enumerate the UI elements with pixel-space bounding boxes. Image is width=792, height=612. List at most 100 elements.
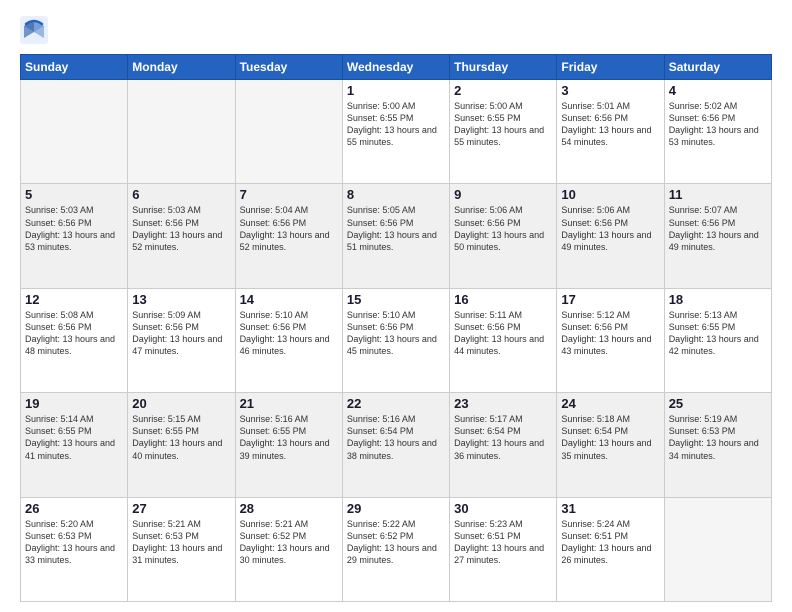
calendar-week-2: 5 Sunrise: 5:03 AM Sunset: 6:56 PM Daylig… <box>21 184 772 288</box>
calendar-cell: 24Sunrise: 5:18 AM Sunset: 6:54 PM Dayli… <box>557 393 664 497</box>
logo-icon <box>20 16 48 44</box>
day-number: 28 <box>240 501 338 516</box>
day-info: Sunrise: 5:16 AM Sunset: 6:55 PM Dayligh… <box>240 413 338 462</box>
day-number: 9 <box>454 187 552 202</box>
weekday-header-tuesday: Tuesday <box>235 55 342 80</box>
day-number: 30 <box>454 501 552 516</box>
day-info: Sunrise: 5:03 AM Sunset: 6:56 PM Dayligh… <box>25 204 123 253</box>
day-number: 17 <box>561 292 659 307</box>
calendar-cell: 1 Sunrise: 5:00 AM Sunset: 6:55 PM Daylig… <box>342 80 449 184</box>
calendar-cell: 21 Sunrise: 5:16 AM Sunset: 6:55 PM Dayli… <box>235 393 342 497</box>
calendar-cell: 20Sunrise: 5:15 AM Sunset: 6:55 PM Dayli… <box>128 393 235 497</box>
calendar-cell: 10 Sunrise: 5:06 AM Sunset: 6:56 PM Dayli… <box>557 184 664 288</box>
day-number: 2 <box>454 83 552 98</box>
calendar-cell: 30Sunrise: 5:23 AM Sunset: 6:51 PM Dayli… <box>450 497 557 601</box>
day-info: Sunrise: 5:09 AM Sunset: 6:56 PM Dayligh… <box>132 309 230 358</box>
calendar-cell <box>664 497 771 601</box>
day-number: 26 <box>25 501 123 516</box>
day-number: 4 <box>669 83 767 98</box>
day-info: Sunrise: 5:06 AM Sunset: 6:56 PM Dayligh… <box>561 204 659 253</box>
day-number: 18 <box>669 292 767 307</box>
day-info: Sunrise: 5:06 AM Sunset: 6:56 PM Dayligh… <box>454 204 552 253</box>
calendar-cell: 13 Sunrise: 5:09 AM Sunset: 6:56 PM Dayli… <box>128 288 235 392</box>
day-info: Sunrise: 5:10 AM Sunset: 6:56 PM Dayligh… <box>240 309 338 358</box>
day-info: Sunrise: 5:19 AM Sunset: 6:53 PM Dayligh… <box>669 413 767 462</box>
day-info: Sunrise: 5:20 AM Sunset: 6:53 PM Dayligh… <box>25 518 123 567</box>
calendar-cell: 19 Sunrise: 5:14 AM Sunset: 6:55 PM Dayli… <box>21 393 128 497</box>
day-number: 1 <box>347 83 445 98</box>
calendar: SundayMondayTuesdayWednesdayThursdayFrid… <box>20 54 772 602</box>
day-number: 29 <box>347 501 445 516</box>
calendar-cell: 3 Sunrise: 5:01 AM Sunset: 6:56 PM Daylig… <box>557 80 664 184</box>
day-number: 31 <box>561 501 659 516</box>
calendar-cell: 23 Sunrise: 5:17 AM Sunset: 6:54 PM Dayli… <box>450 393 557 497</box>
calendar-cell: 18 Sunrise: 5:13 AM Sunset: 6:55 PM Dayli… <box>664 288 771 392</box>
day-number: 21 <box>240 396 338 411</box>
calendar-cell: 2 Sunrise: 5:00 AM Sunset: 6:55 PM Daylig… <box>450 80 557 184</box>
day-info: Sunrise: 5:01 AM Sunset: 6:56 PM Dayligh… <box>561 100 659 149</box>
day-number: 27 <box>132 501 230 516</box>
day-number: 15 <box>347 292 445 307</box>
calendar-cell <box>128 80 235 184</box>
day-number: 25 <box>669 396 767 411</box>
calendar-cell: 7Sunrise: 5:04 AM Sunset: 6:56 PM Daylig… <box>235 184 342 288</box>
calendar-cell <box>235 80 342 184</box>
calendar-cell: 15 Sunrise: 5:10 AM Sunset: 6:56 PM Dayli… <box>342 288 449 392</box>
calendar-cell: 14 Sunrise: 5:10 AM Sunset: 6:56 PM Dayli… <box>235 288 342 392</box>
calendar-cell: 9 Sunrise: 5:06 AM Sunset: 6:56 PM Daylig… <box>450 184 557 288</box>
day-number: 10 <box>561 187 659 202</box>
weekday-header-friday: Friday <box>557 55 664 80</box>
calendar-cell: 8 Sunrise: 5:05 AM Sunset: 6:56 PM Daylig… <box>342 184 449 288</box>
day-info: Sunrise: 5:10 AM Sunset: 6:56 PM Dayligh… <box>347 309 445 358</box>
day-number: 13 <box>132 292 230 307</box>
calendar-cell: 12 Sunrise: 5:08 AM Sunset: 6:56 PM Dayli… <box>21 288 128 392</box>
calendar-cell: 6 Sunrise: 5:03 AM Sunset: 6:56 PM Daylig… <box>128 184 235 288</box>
calendar-cell <box>21 80 128 184</box>
day-info: Sunrise: 5:02 AM Sunset: 6:56 PM Dayligh… <box>669 100 767 149</box>
day-number: 14 <box>240 292 338 307</box>
calendar-week-3: 12 Sunrise: 5:08 AM Sunset: 6:56 PM Dayli… <box>21 288 772 392</box>
day-info: Sunrise: 5:00 AM Sunset: 6:55 PM Dayligh… <box>454 100 552 149</box>
page: SundayMondayTuesdayWednesdayThursdayFrid… <box>0 0 792 612</box>
calendar-cell: 4 Sunrise: 5:02 AM Sunset: 6:56 PM Daylig… <box>664 80 771 184</box>
day-info: Sunrise: 5:11 AM Sunset: 6:56 PM Dayligh… <box>454 309 552 358</box>
weekday-header-sunday: Sunday <box>21 55 128 80</box>
day-info: Sunrise: 5:15 AM Sunset: 6:55 PM Dayligh… <box>132 413 230 462</box>
calendar-cell: 28 Sunrise: 5:21 AM Sunset: 6:52 PM Dayli… <box>235 497 342 601</box>
day-number: 7 <box>240 187 338 202</box>
day-info: Sunrise: 5:03 AM Sunset: 6:56 PM Dayligh… <box>132 204 230 253</box>
day-number: 22 <box>347 396 445 411</box>
day-info: Sunrise: 5:05 AM Sunset: 6:56 PM Dayligh… <box>347 204 445 253</box>
day-info: Sunrise: 5:21 AM Sunset: 6:52 PM Dayligh… <box>240 518 338 567</box>
day-info: Sunrise: 5:22 AM Sunset: 6:52 PM Dayligh… <box>347 518 445 567</box>
calendar-cell: 29 Sunrise: 5:22 AM Sunset: 6:52 PM Dayli… <box>342 497 449 601</box>
day-info: Sunrise: 5:13 AM Sunset: 6:55 PM Dayligh… <box>669 309 767 358</box>
day-number: 6 <box>132 187 230 202</box>
day-number: 16 <box>454 292 552 307</box>
day-number: 19 <box>25 396 123 411</box>
day-number: 24 <box>561 396 659 411</box>
day-number: 12 <box>25 292 123 307</box>
calendar-cell: 27Sunrise: 5:21 AM Sunset: 6:53 PM Dayli… <box>128 497 235 601</box>
weekday-header-monday: Monday <box>128 55 235 80</box>
calendar-cell: 22Sunrise: 5:16 AM Sunset: 6:54 PM Dayli… <box>342 393 449 497</box>
calendar-cell: 26 Sunrise: 5:20 AM Sunset: 6:53 PM Dayli… <box>21 497 128 601</box>
calendar-cell: 5 Sunrise: 5:03 AM Sunset: 6:56 PM Daylig… <box>21 184 128 288</box>
day-info: Sunrise: 5:24 AM Sunset: 6:51 PM Dayligh… <box>561 518 659 567</box>
calendar-cell: 17Sunrise: 5:12 AM Sunset: 6:56 PM Dayli… <box>557 288 664 392</box>
day-info: Sunrise: 5:07 AM Sunset: 6:56 PM Dayligh… <box>669 204 767 253</box>
day-number: 23 <box>454 396 552 411</box>
day-info: Sunrise: 5:08 AM Sunset: 6:56 PM Dayligh… <box>25 309 123 358</box>
day-number: 8 <box>347 187 445 202</box>
day-number: 5 <box>25 187 123 202</box>
calendar-cell: 31 Sunrise: 5:24 AM Sunset: 6:51 PM Dayli… <box>557 497 664 601</box>
day-number: 3 <box>561 83 659 98</box>
logo <box>20 16 52 44</box>
calendar-cell: 16 Sunrise: 5:11 AM Sunset: 6:56 PM Dayli… <box>450 288 557 392</box>
day-info: Sunrise: 5:14 AM Sunset: 6:55 PM Dayligh… <box>25 413 123 462</box>
day-info: Sunrise: 5:17 AM Sunset: 6:54 PM Dayligh… <box>454 413 552 462</box>
day-info: Sunrise: 5:00 AM Sunset: 6:55 PM Dayligh… <box>347 100 445 149</box>
calendar-week-4: 19 Sunrise: 5:14 AM Sunset: 6:55 PM Dayli… <box>21 393 772 497</box>
calendar-week-5: 26 Sunrise: 5:20 AM Sunset: 6:53 PM Dayli… <box>21 497 772 601</box>
weekday-header-saturday: Saturday <box>664 55 771 80</box>
